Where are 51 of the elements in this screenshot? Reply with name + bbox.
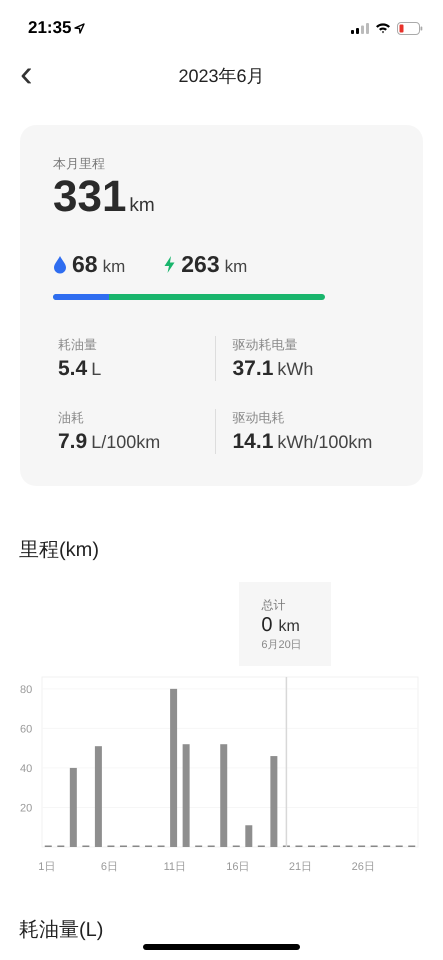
page-title: 2023年6月 [178, 65, 265, 88]
y-tick-label: 40 [20, 762, 32, 775]
wifi-icon [375, 22, 391, 34]
monthly-mileage-label: 本月里程 [53, 155, 106, 173]
tooltip-date: 6月20日 [261, 638, 303, 652]
y-tick-label: 60 [20, 723, 32, 736]
y-tick-label: 20 [20, 802, 32, 814]
unit-label: kWh [277, 359, 314, 380]
location-arrow-icon [74, 22, 86, 34]
x-tick-label: 21日 [288, 861, 312, 873]
unit-label: kWh/100km [277, 432, 372, 453]
tooltip-value: 0 [261, 614, 273, 637]
stat-value: 14.1 [232, 430, 274, 454]
tooltip-label: 总计 [261, 597, 286, 614]
bar[interactable] [182, 744, 190, 847]
status-time: 21:35 [28, 18, 72, 38]
fuel-mileage-value: 68 [72, 251, 98, 278]
unit-label: km [278, 618, 300, 636]
stat-label: 耗油量 [58, 336, 98, 354]
x-tick-label: 6日 [100, 861, 118, 873]
x-tick-label: 11日 [164, 861, 186, 873]
back-button[interactable]: ‹ [14, 56, 39, 92]
stat-label: 驱动电耗 [232, 409, 286, 427]
unit-label: L [91, 359, 102, 380]
monthly-mileage-value: 331 [53, 173, 126, 221]
bar[interactable] [245, 825, 252, 847]
x-tick-label: 1日 [38, 861, 56, 873]
bar[interactable] [270, 756, 278, 847]
bar[interactable] [170, 688, 178, 847]
unit-label: km [224, 257, 248, 277]
y-tick-label: 80 [20, 684, 32, 696]
unit-label: km [129, 195, 155, 217]
stat-label: 驱动耗电量 [232, 336, 298, 354]
stat-value: 7.9 [58, 430, 88, 454]
unit-label: L/100km [91, 432, 160, 453]
section-title: 耗油量(L) [19, 918, 104, 943]
bar[interactable] [70, 768, 77, 847]
unit-label: km [102, 257, 126, 277]
x-tick-label: 16日 [226, 861, 250, 873]
electric-mileage-value: 263 [181, 251, 220, 278]
lightning-icon [163, 255, 176, 274]
section-title: 里程(km) [19, 538, 100, 563]
stat-label: 油耗 [58, 409, 85, 427]
signal-icon [351, 22, 369, 34]
drop-icon [53, 255, 67, 274]
stat-value: 5.4 [58, 357, 88, 381]
battery-icon [397, 22, 423, 34]
bar[interactable] [220, 744, 228, 847]
stat-value: 37.1 [232, 357, 274, 381]
bar[interactable] [94, 746, 102, 847]
x-tick-label: 26日 [352, 861, 375, 873]
